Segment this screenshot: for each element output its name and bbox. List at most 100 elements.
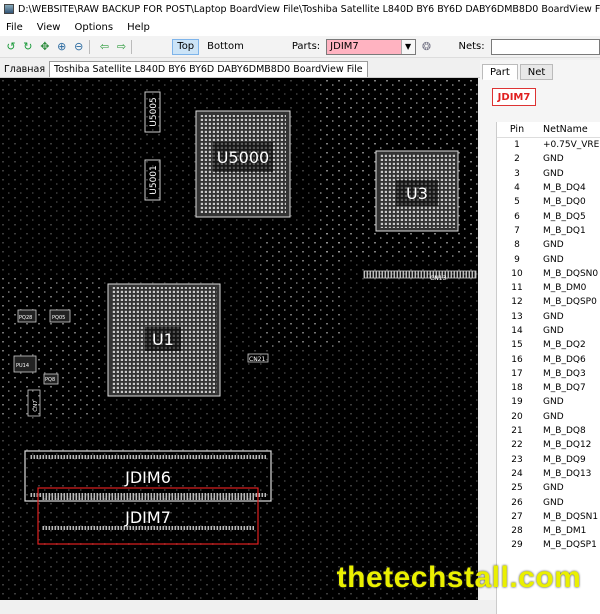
board-svg: U5005 U5001 U5000 U3 CN13 U1 CN21 PQ28 P…	[0, 78, 478, 600]
label-u1: U1	[152, 330, 174, 349]
parts-combobox-value: JDIM7	[330, 41, 359, 52]
table-row[interactable]: 4 M_B_DQ4	[497, 181, 600, 195]
pin-number: 2	[514, 154, 520, 165]
component-u3[interactable]: U3	[375, 150, 459, 232]
table-row[interactable]: 19 GND	[497, 395, 600, 409]
chevron-down-icon[interactable]: ▼	[400, 39, 415, 54]
table-row[interactable]: 21 M_B_DQ8	[497, 424, 600, 438]
back-arrow-icon[interactable]: ⇦	[99, 40, 111, 54]
pin-number: 19	[511, 397, 523, 408]
label-cn7: CN7	[33, 400, 39, 412]
tab-part[interactable]: Part	[482, 64, 518, 80]
panel-tabs: Part Net	[482, 64, 555, 80]
bulb-icon[interactable]: ❂	[421, 40, 433, 54]
table-row[interactable]: 28 M_B_DM1	[497, 524, 600, 538]
tab-home[interactable]: Главная	[0, 61, 49, 77]
table-row[interactable]: 26 GND	[497, 495, 600, 509]
parts-combobox[interactable]: JDIM7 ▼	[326, 38, 416, 55]
smd-pads-cluster	[260, 228, 340, 348]
net-name: M_B_DQSN1	[543, 511, 599, 522]
column-netname[interactable]: NetName	[537, 124, 600, 135]
forward-arrow-icon[interactable]: ⇨	[115, 40, 127, 54]
zoom-fit-icon[interactable]: ✥	[39, 40, 51, 54]
component-pq8[interactable]: PQ8	[43, 373, 59, 385]
nets-input[interactable]	[490, 38, 600, 55]
label-u5000: U5000	[217, 148, 269, 167]
table-row[interactable]: 12 M_B_DQSP0	[497, 295, 600, 309]
net-name: M_B_DQSP0	[543, 297, 597, 308]
table-row[interactable]: 24 M_B_DQ13	[497, 467, 600, 481]
table-row[interactable]: 3 GND	[497, 167, 600, 181]
table-row[interactable]: 22 M_B_DQ12	[497, 438, 600, 452]
pin-number: 16	[511, 354, 523, 365]
window-title: D:\WEBSITE\RAW BACKUP FOR POST\Laptop Bo…	[18, 3, 600, 15]
table-row[interactable]: 16 M_B_DQ6	[497, 352, 600, 366]
pin-number: 18	[511, 383, 523, 394]
selected-part-badge[interactable]: JDIM7	[492, 88, 536, 106]
tab-boardview-file[interactable]: Toshiba Satellite L840D BY6 BY6D DABY6DM…	[49, 61, 368, 77]
rotate-left-icon[interactable]: ↺	[5, 40, 17, 54]
component-pq05[interactable]: PQ05	[49, 309, 71, 323]
zoom-out-icon[interactable]: ⊖	[73, 40, 85, 54]
pin-number: 17	[511, 368, 523, 379]
table-row[interactable]: 14 GND	[497, 324, 600, 338]
board-canvas[interactable]: U5005 U5001 U5000 U3 CN13 U1 CN21 PQ28 P…	[0, 78, 478, 600]
table-row[interactable]: 11 M_B_DM0	[497, 281, 600, 295]
parts-label: Parts:	[291, 41, 321, 52]
toolbar: ↺ ↻ ✥ ⊕ ⊖ ⇦ ⇨ Top Bottom Parts: JDIM7 ▼ …	[0, 36, 600, 58]
toolbar-separator	[131, 39, 133, 54]
component-pq28[interactable]: PQ28	[17, 309, 37, 323]
component-pu14[interactable]: PU14	[13, 355, 37, 373]
net-name: M_B_DQ4	[543, 183, 586, 194]
table-row[interactable]: 18 M_B_DQ7	[497, 381, 600, 395]
menu-file[interactable]: File	[6, 22, 23, 33]
net-name: M_B_DQ8	[543, 426, 586, 437]
menu-help[interactable]: Help	[127, 22, 150, 33]
table-row[interactable]: 25 GND	[497, 481, 600, 495]
column-pin[interactable]: Pin	[497, 124, 537, 135]
zoom-in-icon[interactable]: ⊕	[56, 40, 68, 54]
net-name: GND	[543, 240, 564, 251]
table-row[interactable]: 2 GND	[497, 152, 600, 166]
table-row[interactable]: 23 M_B_DQ9	[497, 453, 600, 467]
pin-number: 26	[511, 497, 523, 508]
net-name: M_B_DM1	[543, 526, 587, 537]
pin-number: 6	[514, 211, 520, 222]
net-name: M_B_DQ13	[543, 468, 592, 479]
tab-net[interactable]: Net	[519, 64, 554, 80]
table-row[interactable]: 15 M_B_DQ2	[497, 338, 600, 352]
rotate-right-icon[interactable]: ↻	[22, 40, 34, 54]
net-name: GND	[543, 311, 564, 322]
table-row[interactable]: 5 M_B_DQ0	[497, 195, 600, 209]
table-row[interactable]: 13 GND	[497, 310, 600, 324]
menu-options[interactable]: Options	[74, 22, 113, 33]
table-row[interactable]: 7 M_B_DQ1	[497, 224, 600, 238]
table-row[interactable]: 8 GND	[497, 238, 600, 252]
pin-number: 27	[511, 511, 523, 522]
component-u5000[interactable]: U5000	[195, 110, 291, 218]
pin-number: 1	[514, 140, 520, 151]
component-cn21[interactable]: CN21	[247, 353, 269, 363]
label-u3: U3	[406, 184, 428, 203]
table-row[interactable]: 9 GND	[497, 252, 600, 266]
bottom-side-button[interactable]: Bottom	[203, 39, 248, 55]
table-row[interactable]: 17 M_B_DQ3	[497, 367, 600, 381]
table-row[interactable]: 20 GND	[497, 410, 600, 424]
menu-view[interactable]: View	[37, 22, 61, 33]
pin-table[interactable]: Pin NetName 1 +0.75V_VREF 2 GND 3 GND 4 M_B_DQ4…	[496, 122, 600, 614]
table-row[interactable]: 1 +0.75V_VREF	[497, 138, 600, 152]
component-u1[interactable]: U1	[107, 283, 221, 397]
net-name: GND	[543, 483, 564, 494]
table-row[interactable]: 6 M_B_DQ5	[497, 209, 600, 223]
table-row[interactable]: 10 M_B_DQSN0	[497, 267, 600, 281]
pin-number: 11	[511, 283, 523, 294]
net-name: M_B_DQ12	[543, 440, 592, 451]
net-name: M_B_DQ1	[543, 225, 586, 236]
pin-number: 24	[511, 468, 523, 479]
net-name: GND	[543, 154, 564, 165]
table-row[interactable]: 27 M_B_DQSN1	[497, 510, 600, 524]
top-side-button[interactable]: Top	[172, 38, 200, 55]
table-row[interactable]: 29 M_B_DQSP1	[497, 538, 600, 552]
net-name: M_B_DM0	[543, 283, 587, 294]
pin-number: 25	[511, 483, 523, 494]
